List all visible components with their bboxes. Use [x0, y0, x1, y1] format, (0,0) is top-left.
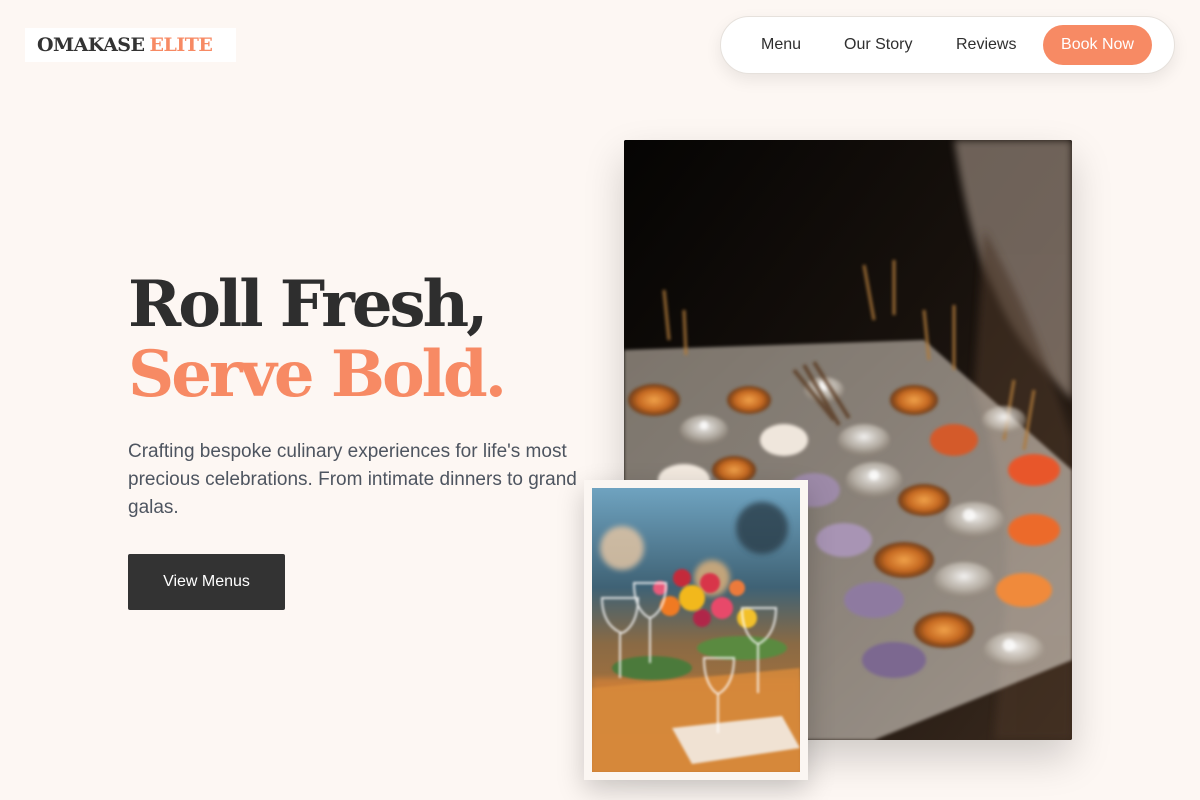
headline-line-2: Serve Bold.	[128, 337, 507, 412]
logo-text-accent: ELITE	[149, 34, 213, 56]
nav-link-reviews[interactable]: Reviews	[956, 36, 1016, 54]
photo-small-image	[592, 488, 800, 772]
logo-text-primary: OMAKASE	[37, 34, 145, 56]
hero-headline: Roll Fresh, Serve Bold.	[128, 267, 507, 412]
brand-logo[interactable]: OMAKASE ELITE	[25, 28, 236, 62]
top-navigation: Menu Our Story Reviews Book Now	[720, 16, 1175, 74]
nav-link-our-story[interactable]: Our Story	[844, 36, 912, 54]
table-floral-setting-photo	[584, 480, 808, 780]
headline-line-1: Roll Fresh,	[128, 267, 488, 342]
book-now-button[interactable]: Book Now	[1043, 25, 1152, 65]
view-menus-button[interactable]: View Menus	[128, 554, 285, 610]
page: OMAKASE ELITE Menu Our Story Reviews Boo…	[0, 0, 1200, 800]
hero-description: Crafting bespoke culinary experiences fo…	[128, 441, 577, 518]
nav-link-menu[interactable]: Menu	[761, 36, 801, 54]
